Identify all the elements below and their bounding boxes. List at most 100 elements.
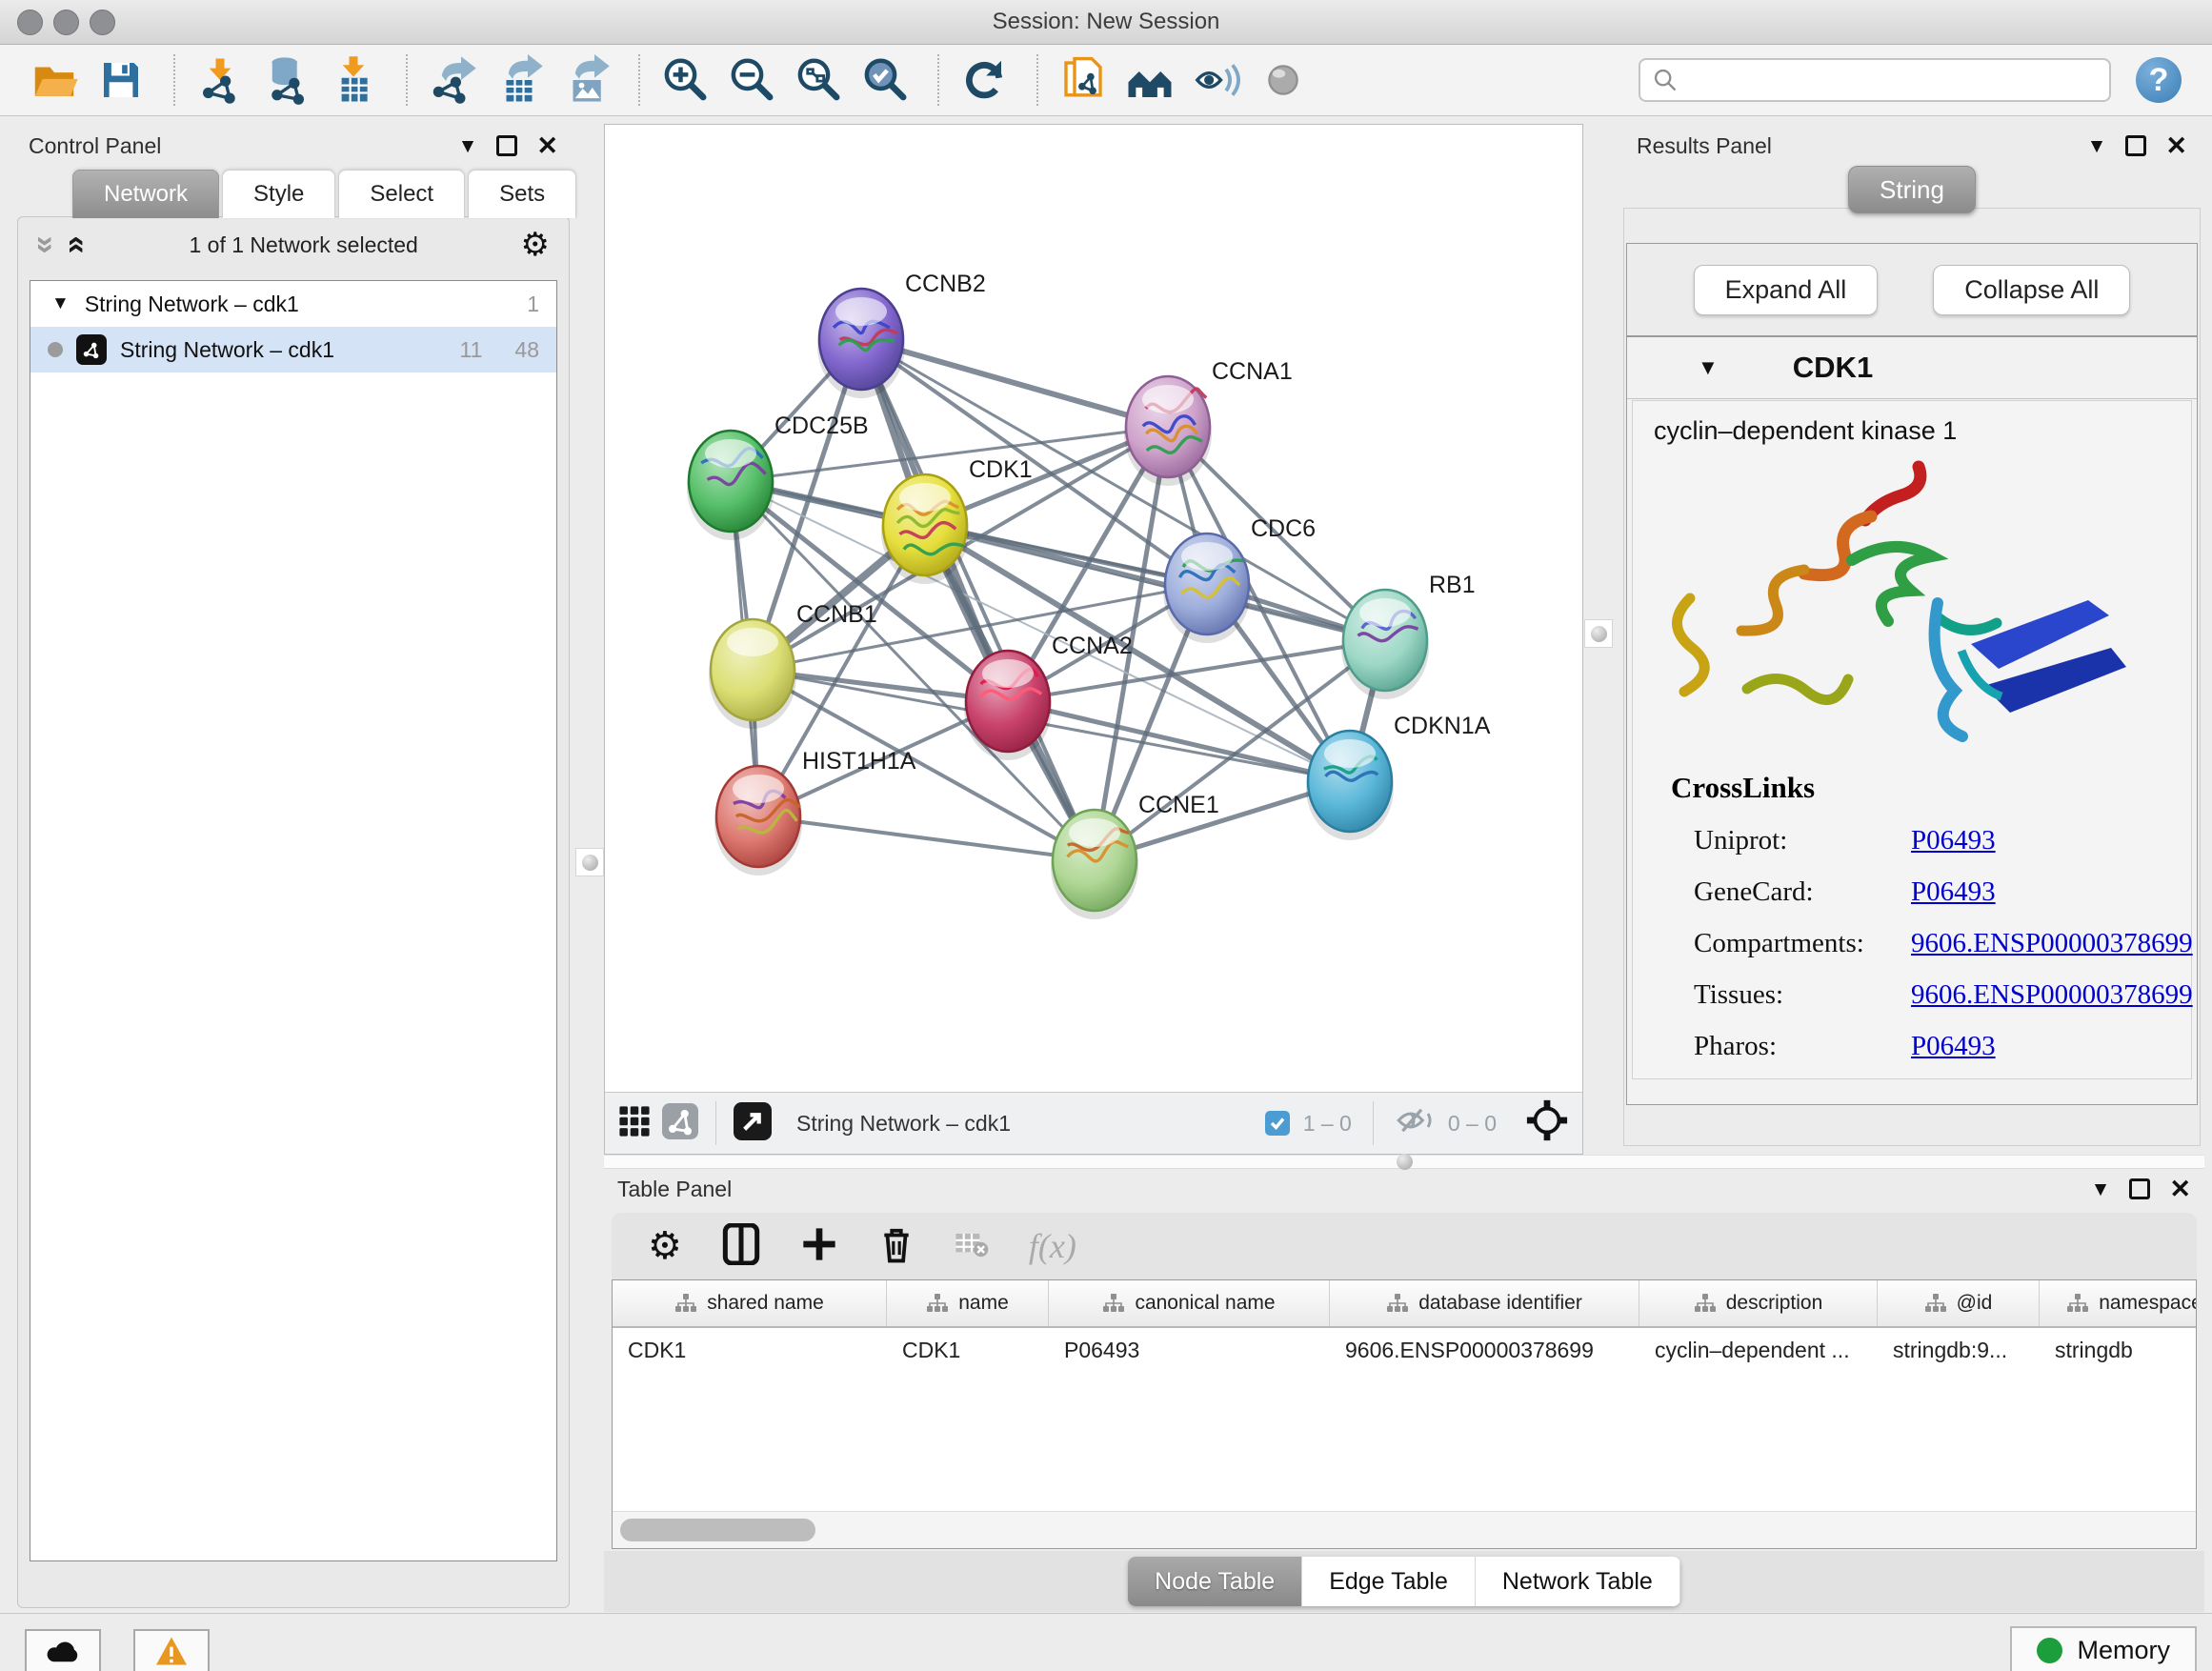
table-hscrollbar[interactable]	[613, 1511, 2196, 1548]
float-panel-icon[interactable]	[2125, 135, 2146, 156]
zoom-selected-icon[interactable]	[855, 50, 915, 110]
collapse-all-button[interactable]: Collapse All	[1933, 265, 2130, 315]
table-panel: Table Panel ▼ ✕ ⚙ f(x) shared namenameca…	[604, 1167, 2204, 1612]
network-node-ccnb1[interactable]: CCNB1	[709, 601, 877, 729]
section-expand-icon[interactable]: ▼	[1698, 355, 1719, 380]
import-network-icon[interactable]	[191, 50, 250, 110]
control-panel-title: Control Panel	[29, 133, 161, 159]
selected-checkbox-icon[interactable]	[1265, 1111, 1290, 1136]
save-session-icon[interactable]	[91, 50, 151, 110]
open-in-window-icon[interactable]	[734, 1102, 772, 1145]
crosslink-label: Uniprot:	[1671, 825, 1911, 856]
column-header-database-identifier[interactable]: database identifier	[1330, 1280, 1639, 1326]
first-neighbors-icon[interactable]	[1054, 50, 1113, 110]
network-node-rb1[interactable]: RB1	[1341, 572, 1476, 699]
network-canvas[interactable]: CCNB2CCNA1CDC25BCDK1CDC6RB1CCNB1CCNA2CDK…	[604, 124, 1583, 1155]
network-node-ccnb2[interactable]: CCNB2	[817, 271, 986, 398]
tab-select[interactable]: Select	[338, 170, 465, 218]
gene-section-header[interactable]: ▼ CDK1	[1627, 337, 2197, 399]
crosslink-link[interactable]: 9606.ENSP00000378699	[1911, 979, 2193, 1011]
collapse-panel-icon[interactable]: ▼	[2087, 136, 2107, 156]
hide-nodes-icon[interactable]	[1187, 50, 1246, 110]
close-panel-icon[interactable]: ✕	[2165, 133, 2187, 159]
export-table-icon[interactable]	[490, 50, 549, 110]
crosslink-link[interactable]: P06493	[1911, 825, 1996, 856]
network-collection-row[interactable]: ▼ String Network – cdk1 1	[30, 281, 556, 327]
crosslink-link[interactable]: 9606.ENSP00000378699	[1911, 928, 2193, 959]
export-network-icon[interactable]	[423, 50, 482, 110]
main-toolbar: ?	[0, 45, 2212, 116]
refresh-icon[interactable]	[955, 50, 1014, 110]
collapse-panel-icon[interactable]: ▼	[2091, 1179, 2111, 1199]
table-tabs: Node TableEdge TableNetwork Table	[1128, 1557, 1680, 1606]
zoom-in-icon[interactable]	[655, 50, 714, 110]
network-selection-bar: » « 1 of 1 Network selected ⚙	[18, 217, 569, 272]
crosslink-link[interactable]: P06493	[1911, 876, 1996, 908]
table-toolbar: ⚙ f(x)	[612, 1213, 2197, 1279]
birdseye-grid-icon[interactable]	[618, 1105, 651, 1142]
network-node-cdkn1a[interactable]: CDKN1A	[1306, 713, 1491, 840]
left-splitter-handle[interactable]	[575, 848, 604, 876]
bottom-splitter-handle[interactable]	[1391, 1148, 1418, 1175]
float-panel-icon[interactable]	[496, 135, 517, 156]
delete-column-icon[interactable]	[878, 1224, 915, 1269]
import-table-icon[interactable]	[324, 50, 383, 110]
zoom-out-icon[interactable]	[722, 50, 781, 110]
crosslink-link[interactable]: P06493	[1911, 1031, 1996, 1062]
network-row[interactable]: String Network – cdk1 11 48	[30, 327, 556, 372]
close-panel-icon[interactable]: ✕	[2169, 1177, 2191, 1202]
table-row[interactable]: CDK1CDK1P064939606.ENSP00000378699cyclin…	[613, 1328, 2196, 1372]
tab-network-table[interactable]: Network Table	[1476, 1557, 1680, 1606]
level-of-detail-icon[interactable]	[1254, 50, 1313, 110]
string-view-icon[interactable]	[662, 1103, 698, 1144]
column-header-name[interactable]: name	[887, 1280, 1049, 1326]
column-header-namespace[interactable]: namespace	[2040, 1280, 2197, 1326]
table-settings-gear-icon[interactable]: ⚙	[648, 1227, 682, 1265]
tab-edge-table[interactable]: Edge Table	[1302, 1557, 1476, 1606]
collapse-all-networks-icon[interactable]: «	[61, 236, 93, 254]
expand-all-button[interactable]: Expand All	[1694, 265, 1879, 315]
show-columns-icon[interactable]	[722, 1223, 760, 1270]
crosslinks-rows: Uniprot:P06493GeneCard:P06493Compartment…	[1671, 825, 2191, 1062]
float-panel-icon[interactable]	[2129, 1178, 2150, 1199]
tab-string[interactable]: String	[1848, 166, 1976, 213]
network-node-hist1h1a[interactable]: HIST1H1A	[714, 748, 916, 876]
tab-network[interactable]: Network	[72, 170, 219, 218]
gene-description: cyclin–dependent kinase 1	[1633, 401, 2191, 446]
warnings-button[interactable]	[133, 1629, 210, 1671]
network-graph[interactable]: CCNB2CCNA1CDC25BCDK1CDC6RB1CCNB1CCNA2CDK…	[605, 125, 1582, 1093]
expand-all-networks-icon[interactable]: »	[30, 236, 62, 254]
network-options-gear-icon[interactable]: ⚙	[521, 229, 550, 261]
zoom-fit-icon[interactable]	[789, 50, 848, 110]
search-input[interactable]	[1688, 66, 2098, 94]
string-home-icon[interactable]	[1120, 50, 1179, 110]
collapse-panel-icon[interactable]: ▼	[458, 136, 478, 156]
memory-button[interactable]: Memory	[2010, 1626, 2197, 1671]
cloud-status-button[interactable]	[25, 1629, 101, 1671]
hscrollbar-thumb[interactable]	[620, 1519, 815, 1541]
tab-style[interactable]: Style	[222, 170, 335, 218]
network-node-cdc6[interactable]: CDC6	[1163, 515, 1316, 643]
toolbar-separator	[173, 54, 175, 106]
network-node-ccne1[interactable]: CCNE1	[1051, 792, 1219, 919]
column-header-shared-name[interactable]: shared name	[613, 1280, 887, 1326]
help-icon[interactable]: ?	[2136, 57, 2182, 103]
search-field[interactable]	[1639, 58, 2111, 102]
node-label-cdc25b: CDC25B	[774, 413, 869, 439]
export-image-icon[interactable]	[556, 50, 615, 110]
add-column-icon[interactable]	[800, 1225, 838, 1268]
tab-sets[interactable]: Sets	[468, 170, 576, 218]
tab-node-table[interactable]: Node Table	[1128, 1557, 1302, 1606]
birdseye-crosshair-icon[interactable]	[1525, 1098, 1569, 1148]
open-file-icon[interactable]	[25, 50, 84, 110]
gene-section: ▼ CDK1 cyclin–dependent kinase 1	[1626, 336, 2198, 1105]
table-cell: stringdb	[2040, 1328, 2197, 1372]
close-panel-icon[interactable]: ✕	[536, 133, 558, 159]
column-header-description[interactable]: description	[1639, 1280, 1878, 1326]
toolbar-separator	[1036, 54, 1038, 106]
collection-expand-icon[interactable]: ▼	[51, 293, 70, 314]
column-header-canonical-name[interactable]: canonical name	[1049, 1280, 1330, 1326]
right-splitter-handle[interactable]	[1584, 619, 1613, 648]
import-network-database-icon[interactable]	[257, 50, 316, 110]
column-header--id[interactable]: @id	[1878, 1280, 2040, 1326]
